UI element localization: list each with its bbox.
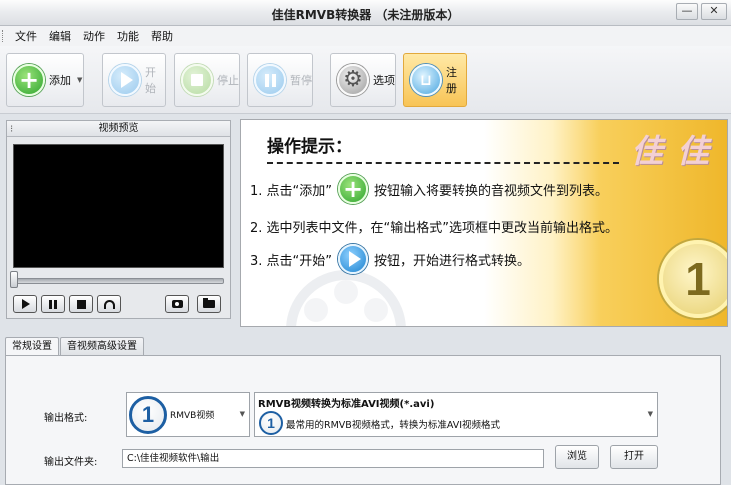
panel-grip-icon[interactable]: ⁝ [10, 122, 13, 137]
tab-advanced-av-settings[interactable]: 音视频高级设置 [60, 337, 144, 355]
gear-icon: ⚙ [337, 64, 369, 96]
folder-icon [203, 298, 215, 308]
menu-grip[interactable] [2, 30, 5, 42]
minimize-button[interactable]: — [676, 3, 698, 20]
play-icon [109, 64, 141, 96]
pause-icon [49, 299, 57, 309]
format-title: RMVB视频转换为标准AVI视频(*.avi) [258, 399, 435, 410]
window-title: 佳佳RMVB转换器 （未注册版本） [271, 8, 460, 22]
format-description-select[interactable]: RMVB视频转换为标准AVI视频(*.avi) 1 最常用的RMVB视频格式，转… [254, 392, 658, 437]
browse-button[interactable]: 浏览 [555, 445, 599, 469]
add-label: 添加 [49, 74, 71, 87]
film-reel-icon [286, 270, 406, 326]
options-button[interactable]: ⚙ 选项 [330, 53, 396, 107]
settings-tabs: 常规设置 音视频高级设置 [5, 337, 145, 356]
menu-edit[interactable]: 编辑 [43, 28, 77, 44]
tip-line-3: 3. 点击“开始” 按钮，开始进行格式转换。 [250, 244, 530, 274]
chevron-down-icon[interactable]: ▼ [648, 410, 653, 418]
stop-label: 停止 [217, 74, 239, 87]
options-label: 选项 [373, 74, 395, 87]
start-button[interactable]: 开始 [102, 53, 166, 107]
step-number-badge: 1 [659, 240, 727, 318]
headphones-icon [103, 299, 115, 309]
format-desc-badge: 1 [259, 411, 283, 435]
seek-bar[interactable] [13, 278, 224, 284]
tip-3-before: 3. 点击“开始” [250, 253, 333, 269]
pause-button[interactable]: 暂停 [247, 53, 313, 107]
stop-icon [181, 64, 213, 96]
settings-area: 常规设置 音视频高级设置 输出格式: 1 RMVB视频 ▼ RMVB视频转换为标… [3, 337, 723, 485]
open-folder-button[interactable] [197, 295, 221, 313]
pause-label: 暂停 [290, 74, 312, 87]
menu-function[interactable]: 功能 [111, 28, 145, 44]
output-format-select[interactable]: 1 RMVB视频 ▼ [126, 392, 250, 437]
plus-icon: + [338, 174, 369, 204]
tip-3-after: 按钮，开始进行格式转换。 [374, 253, 531, 269]
menu-bar: 文件 编辑 动作 功能 帮助 [0, 26, 731, 46]
format-value: RMVB视频 [170, 411, 215, 421]
start-label: 开始 [145, 66, 156, 95]
open-button[interactable]: 打开 [610, 445, 658, 469]
tips-title: 操作提示： [267, 137, 352, 157]
toolbar: + 添加 ▼ 开始 停止 暂停 ⚙ 选项 ⊔ 注册 [0, 46, 731, 114]
brand-logo: 佳佳 [631, 132, 724, 170]
basket-icon: ⊔ [410, 64, 442, 96]
pause-icon [254, 64, 286, 96]
format-number-badge: 1 [129, 395, 167, 434]
play-icon [338, 244, 369, 274]
preview-title: 视频预览 [98, 123, 139, 134]
title-bar: 佳佳RMVB转换器 （未注册版本） — ✕ [0, 0, 731, 26]
stop-button[interactable]: 停止 [174, 53, 240, 107]
window-controls: — ✕ [676, 3, 727, 20]
tab-general-settings[interactable]: 常规设置 [5, 337, 59, 356]
preview-screen [13, 144, 224, 268]
output-format-label: 输出格式: [44, 413, 88, 424]
snapshot-button[interactable] [165, 295, 189, 313]
camera-icon [171, 300, 183, 308]
tip-1-after: 按钮输入将要转换的音视频文件到列表。 [374, 183, 609, 199]
menu-help[interactable]: 帮助 [145, 28, 179, 44]
chevron-down-icon[interactable]: ▼ [240, 410, 245, 418]
format-description: 最常用的RMVB视频格式，转换为标准AVI视频格式 [286, 420, 501, 431]
register-button[interactable]: ⊔ 注册 [403, 53, 467, 107]
menu-file[interactable]: 文件 [9, 28, 43, 44]
seek-thumb[interactable] [10, 271, 18, 288]
tip-line-2: 2. 选中列表中文件，在“输出格式”选项框中更改当前输出格式。 [250, 217, 618, 236]
video-preview-panel: ⁝ 视频预览 [6, 120, 231, 319]
tip-1-before: 1. 点击“添加” [250, 183, 333, 199]
general-settings-panel: 输出格式: 1 RMVB视频 ▼ RMVB视频转换为标准AVI视频(*.avi)… [5, 355, 721, 485]
preview-pause-button[interactable] [41, 295, 65, 313]
stop-icon [76, 299, 86, 309]
preview-volume-button[interactable] [97, 295, 121, 313]
operation-tips-panel: 操作提示： 佳佳 1. 点击“添加” + 按钮输入将要转换的音视频文件到列表。 … [240, 119, 728, 327]
play-icon [22, 299, 30, 309]
preview-stop-button[interactable] [69, 295, 93, 313]
close-button[interactable]: ✕ [701, 3, 727, 20]
output-folder-label: 输出文件夹: [44, 457, 98, 468]
register-label: 注册 [446, 66, 457, 95]
dropdown-arrow-icon[interactable]: ▼ [77, 76, 82, 84]
plus-icon: + [13, 64, 45, 96]
preview-header: ⁝ 视频预览 [7, 121, 230, 137]
tip-2-text: 2. 选中列表中文件，在“输出格式”选项框中更改当前输出格式。 [250, 221, 619, 236]
preview-play-button[interactable] [13, 295, 37, 313]
menu-action[interactable]: 动作 [77, 28, 111, 44]
add-button[interactable]: + 添加 ▼ [6, 53, 84, 107]
tip-line-1: 1. 点击“添加” + 按钮输入将要转换的音视频文件到列表。 [250, 174, 608, 204]
step-number: 1 [685, 253, 711, 305]
output-folder-input[interactable]: C:\佳佳视频软件\输出 [122, 449, 544, 468]
tips-divider [267, 162, 619, 164]
